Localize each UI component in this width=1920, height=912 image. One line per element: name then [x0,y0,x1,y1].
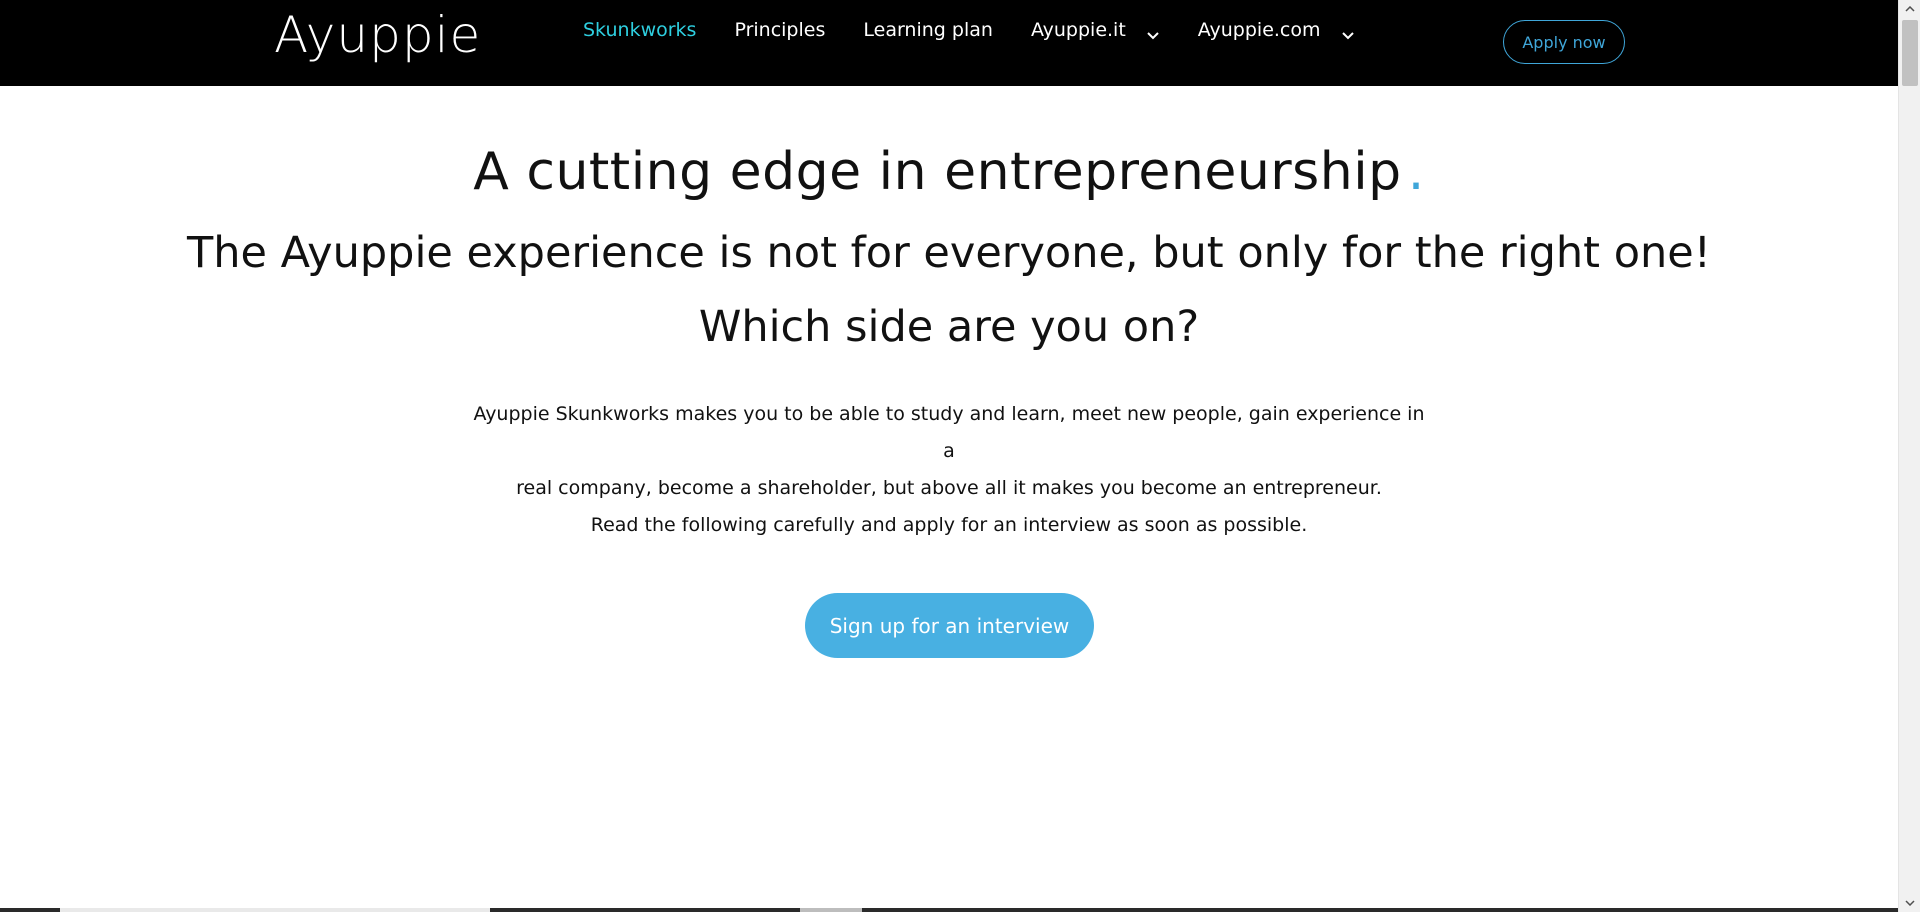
hero-subheading: The Ayuppie experience is not for everyo… [187,228,1711,278]
nav-item-skunkworks[interactable]: Skunkworks [583,19,696,41]
nav-item-label: Skunkworks [583,19,697,41]
page: Ayuppie Skunkworks Principles Learning p… [0,0,1920,912]
scrollbar-thumb[interactable] [1902,20,1918,86]
scroll-down-arrow-icon[interactable] [1899,894,1920,912]
site-header: Ayuppie Skunkworks Principles Learning p… [0,0,1898,86]
nav-item-label: Learning plan [863,19,993,41]
nav-item-principles[interactable]: Principles [734,19,825,41]
site-logo[interactable]: Ayuppie [274,6,481,64]
description-line: Read the following carefully and apply f… [590,514,1308,536]
hero-question: Which side are you on? [698,302,1200,352]
nav-item-ayuppie-com[interactable]: Ayuppie.com [1198,15,1355,45]
headline-text: A cutting edge in entrepreneurship [473,142,1402,202]
chevron-down-icon[interactable] [1341,31,1355,45]
scrollbar-segment [60,908,490,912]
description-line: real company, become a shareholder, but … [516,477,1382,499]
chevron-down-icon[interactable] [1146,31,1160,45]
horizontal-scrollbar[interactable] [0,908,1898,912]
vertical-scrollbar[interactable] [1898,0,1920,912]
nav-item-label: Principles [734,19,826,41]
nav-item-label: Ayuppie.com [1197,19,1321,41]
main-nav: Skunkworks Principles Learning plan Ayup… [583,16,1393,44]
hero-headline: A cutting edge in entrepreneurship. [0,142,1898,202]
nav-item-label: Ayuppie.it [1030,19,1126,41]
apply-now-button[interactable]: Apply now [1503,20,1625,64]
hero-description: Ayuppie Skunkworks makes you to be able … [470,396,1428,544]
scroll-up-arrow-icon[interactable] [1899,0,1920,18]
nav-item-ayuppie-it[interactable]: Ayuppie.it [1031,15,1160,45]
headline-dot: . [1407,142,1425,202]
scrollbar-segment [800,908,862,912]
nav-item-learning-plan[interactable]: Learning plan [863,19,993,41]
sign-up-interview-button[interactable]: Sign up for an interview [805,593,1094,658]
description-line: Ayuppie Skunkworks makes you to be able … [473,403,1425,462]
